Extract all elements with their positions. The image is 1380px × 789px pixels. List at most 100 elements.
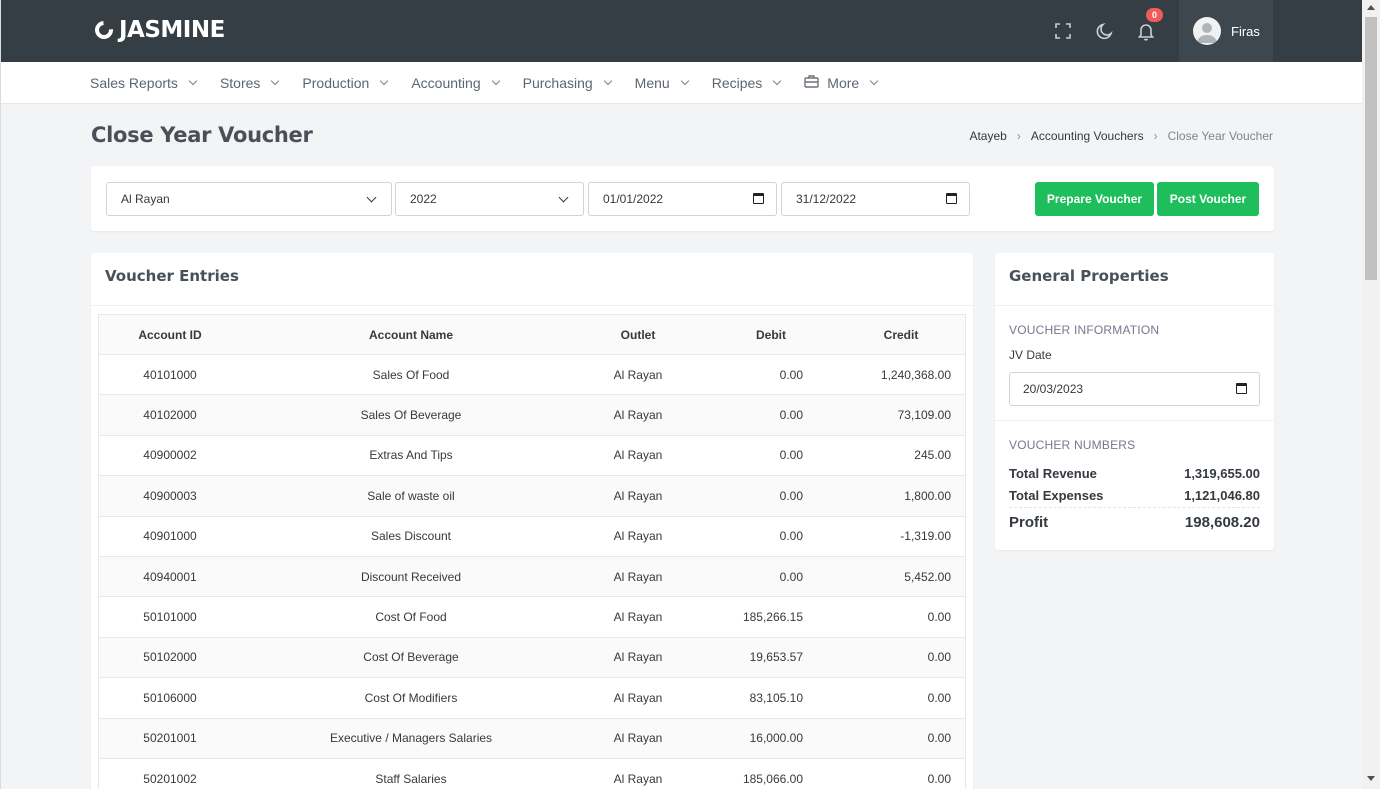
calendar-icon[interactable] — [1236, 383, 1247, 394]
table-row[interactable]: 50106000 Cost Of Modifiers Al Rayan 83,105.… — [99, 677, 965, 719]
cell-account-id: 50201001 — [99, 717, 241, 759]
menu-label: Menu — [634, 74, 670, 91]
chevron-down-icon — [380, 76, 389, 85]
cell-credit: 245.00 — [807, 434, 965, 476]
cell-credit: 1,800.00 — [807, 475, 965, 517]
cell-debit: 185,066.00 — [695, 757, 807, 789]
cell-credit: 0.00 — [807, 636, 965, 678]
menu-label: Accounting — [411, 74, 481, 91]
col-credit[interactable]: Credit — [807, 314, 965, 355]
chevron-down-icon — [491, 76, 500, 85]
user-menu[interactable]: Firas — [1179, 0, 1273, 62]
table-row[interactable]: 40940001 Discount Received Al Rayan 0.00 5,4… — [99, 555, 965, 597]
calendar-icon[interactable] — [946, 193, 957, 204]
cell-credit: 0.00 — [807, 717, 965, 759]
cell-debit: 19,653.57 — [695, 636, 807, 678]
table-row[interactable]: 50201001 Executive / Managers Salaries Al … — [99, 717, 965, 759]
user-avatar-icon — [1193, 17, 1221, 45]
voucher-entries-table-wrapper[interactable]: Account ID Account Name Outlet Debit Cre… — [98, 314, 966, 789]
prepare-voucher-button[interactable]: Prepare Voucher — [1035, 182, 1154, 216]
cell-account-id: 50101000 — [99, 596, 241, 638]
year-select-value: 2022 — [410, 192, 437, 206]
cell-debit: 185,266.15 — [695, 596, 807, 638]
fullscreen-icon[interactable] — [1052, 20, 1074, 42]
year-select[interactable]: 2022 — [395, 182, 584, 216]
app-logo[interactable]: JASMINE — [91, 17, 225, 43]
scroll-up-arrow-icon[interactable] — [1367, 5, 1375, 10]
cell-credit: 73,109.00 — [807, 394, 965, 436]
table-row[interactable]: 40102000 Sales Of Beverage Al Rayan 0.00 73,… — [99, 394, 965, 436]
chevron-down-icon — [869, 76, 879, 85]
total-revenue-row: Total Revenue 1,319,655.00 — [1009, 466, 1260, 481]
menu-production[interactable]: Production — [302, 74, 389, 91]
table-row[interactable]: 50101000 Cost Of Food Al Rayan 185,266.15 0.… — [99, 596, 965, 638]
date-from-input[interactable]: 01/01/2022 — [588, 182, 777, 216]
cell-account-id: 40940001 — [99, 555, 241, 597]
cell-debit: 0.00 — [695, 353, 807, 395]
voucher-information-heading: VOUCHER INFORMATION — [1009, 323, 1160, 337]
cell-account-name: Cost Of Food — [241, 596, 581, 638]
notification-badge: 0 — [1146, 8, 1163, 22]
breadcrumb-item-atayeb[interactable]: Atayeb — [969, 129, 1006, 143]
table-row[interactable]: 40900003 Sale of waste oil Al Rayan 0.00 1,8… — [99, 475, 965, 517]
cell-account-id: 50102000 — [99, 636, 241, 678]
outlet-select[interactable]: Al Rayan — [106, 182, 392, 216]
cell-outlet: Al Rayan — [581, 353, 695, 395]
jv-date-input[interactable]: 20/03/2023 — [1009, 372, 1260, 406]
table-row[interactable]: 50102000 Cost Of Beverage Al Rayan 19,653.5… — [99, 636, 965, 678]
voucher-entries-title: Voucher Entries — [91, 253, 973, 306]
calendar-icon[interactable] — [753, 193, 764, 204]
menu-label: Sales Reports — [90, 74, 178, 91]
page-title: Close Year Voucher — [91, 123, 313, 147]
scroll-down-arrow-icon[interactable] — [1367, 776, 1375, 781]
menu-sales-reports[interactable]: Sales Reports — [90, 74, 198, 91]
cell-outlet: Al Rayan — [581, 757, 695, 789]
menu-recipes[interactable]: Recipes — [712, 75, 782, 91]
cell-outlet: Al Rayan — [581, 596, 695, 638]
col-account-name[interactable]: Account Name — [241, 314, 581, 355]
cell-account-name: Sales Discount — [241, 515, 581, 557]
cell-account-id: 40102000 — [99, 394, 241, 436]
post-voucher-button[interactable]: Post Voucher — [1157, 182, 1259, 216]
profit-value: 198,608.20 — [1184, 514, 1260, 531]
menu-menu[interactable]: Menu — [634, 74, 689, 91]
chevron-down-icon — [680, 76, 689, 85]
profit-row: Profit 198,608.20 — [1009, 514, 1260, 531]
cell-outlet: Al Rayan — [581, 475, 695, 517]
cell-debit: 0.00 — [695, 555, 807, 597]
col-account-id[interactable]: Account ID — [99, 314, 241, 355]
menu-stores[interactable]: Stores — [220, 75, 280, 91]
bell-icon[interactable] — [1135, 20, 1157, 42]
cell-debit: 0.00 — [695, 434, 807, 476]
breadcrumb-item-accounting-vouchers[interactable]: Accounting Vouchers — [1031, 129, 1144, 143]
table-row[interactable]: 40901000 Sales Discount Al Rayan 0.00 -1,319… — [99, 515, 965, 557]
menu-accounting[interactable]: Accounting — [411, 74, 500, 91]
table-row[interactable]: 50201002 Staff Salaries Al Rayan 185,066.00… — [99, 757, 965, 789]
cell-outlet: Al Rayan — [581, 677, 695, 719]
voucher-entries-table: Account ID Account Name Outlet Debit Cre… — [99, 314, 965, 789]
chevron-down-icon — [773, 76, 782, 85]
cell-account-name: Cost Of Beverage — [241, 636, 581, 678]
table-row[interactable]: 40900002 Extras And Tips Al Rayan 0.00 245.0… — [99, 434, 965, 476]
moon-icon[interactable] — [1094, 20, 1116, 42]
col-debit[interactable]: Debit — [695, 314, 807, 355]
menu-label: Production — [302, 74, 370, 91]
cell-account-id: 40900002 — [99, 434, 241, 476]
breadcrumb-separator-icon: › — [1016, 129, 1021, 143]
cell-account-id: 40901000 — [99, 515, 241, 557]
cell-credit: 0.00 — [807, 757, 965, 789]
cell-account-name: Staff Salaries — [241, 757, 581, 789]
table-row[interactable]: 40101000 Sales Of Food Al Rayan 0.00 1,240,3… — [99, 353, 965, 395]
jv-date-value: 20/03/2023 — [1023, 382, 1084, 396]
page-scrollbar[interactable] — [1362, 0, 1380, 789]
total-revenue-value: 1,319,655.00 — [1184, 466, 1260, 481]
menu-purchasing[interactable]: Purchasing — [523, 75, 612, 91]
page: JASMINE 0 Firas Sales Reports Stores Pro… — [0, 0, 1362, 789]
col-outlet[interactable]: Outlet — [581, 314, 695, 355]
scrollbar-thumb[interactable] — [1365, 17, 1377, 280]
date-from-value: 01/01/2022 — [603, 192, 664, 206]
date-to-input[interactable]: 31/12/2022 — [781, 182, 970, 216]
top-bar: JASMINE 0 Firas — [1, 0, 1362, 62]
cell-account-name: Sale of waste oil — [241, 475, 581, 517]
menu-more[interactable]: More — [804, 74, 879, 91]
